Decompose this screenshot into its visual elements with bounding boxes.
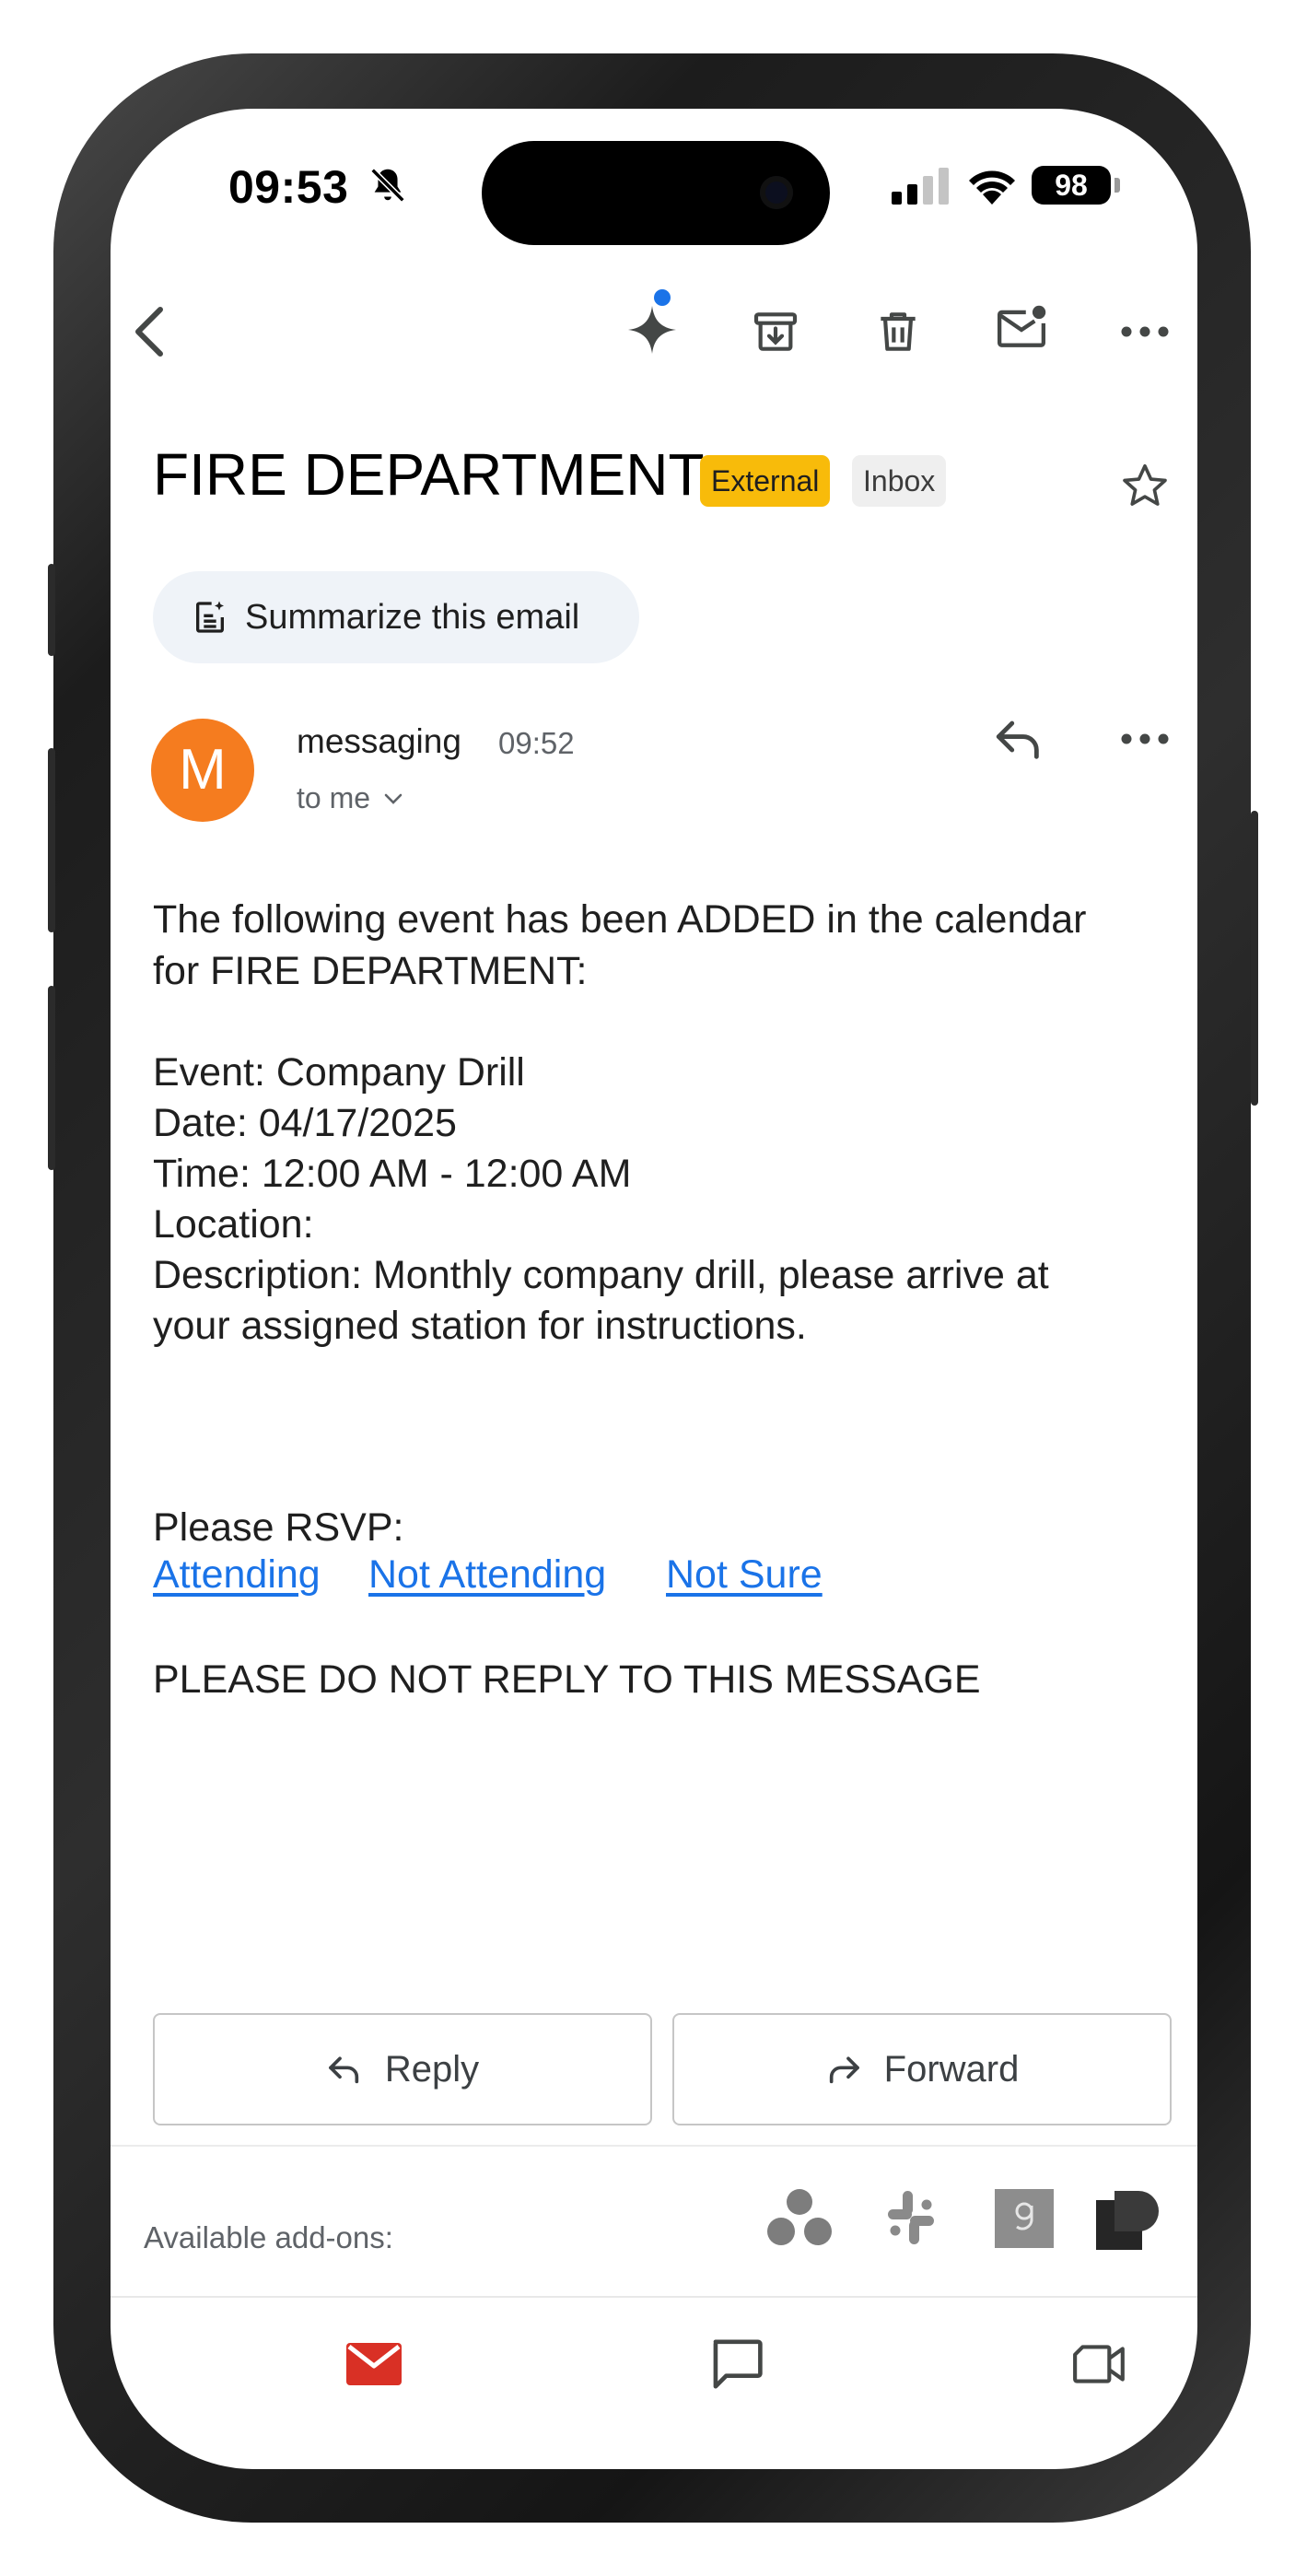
archive-button[interactable] [739, 295, 812, 369]
event-time: Time: 12:00 AM - 12:00 AM [153, 1152, 632, 1196]
back-arrow-icon [135, 307, 163, 357]
sent-time: 09:52 [498, 726, 575, 760]
mark-unread-mail-icon [998, 305, 1046, 347]
mail-icon [346, 2343, 402, 2385]
more-options-button[interactable] [1108, 295, 1182, 369]
email-subject: FIRE DEPARTMENT [153, 441, 705, 508]
gemini-notification-dot [654, 289, 671, 306]
meet-tab[interactable] [1054, 2318, 1146, 2410]
summarize-sparkle-doc-icon [196, 601, 224, 633]
event-name: Event: Company Drill [153, 1050, 525, 1095]
forward-arrow-icon [829, 2056, 859, 2084]
video-icon [1073, 2345, 1125, 2383]
battery-indicator: 98 [1032, 166, 1111, 205]
camera-lens [760, 176, 793, 209]
reply-icon-button[interactable] [982, 702, 1056, 776]
body-intro-line2: for FIRE DEPARTMENT: [153, 949, 588, 993]
rsvp-not-attending-link[interactable]: Not Attending [368, 1552, 606, 1598]
more-horizontal-icon [1121, 326, 1169, 337]
battery-tip [1114, 178, 1120, 193]
forward-label: Forward [883, 2048, 1020, 2090]
sender-avatar[interactable]: M [151, 719, 254, 822]
recipient-details-toggle[interactable]: to me [297, 781, 403, 815]
gemini-button[interactable] [615, 293, 689, 367]
reply-button[interactable]: Reply [153, 2013, 652, 2125]
summarize-email-button[interactable]: Summarize this email [153, 571, 639, 663]
event-location: Location: [153, 1202, 314, 1247]
star-icon [1123, 463, 1167, 506]
phone-screen: 09:53 98 FIRE DEPARTMENT External Inbox … [111, 109, 1197, 2469]
addons-divider [111, 2145, 1197, 2147]
event-description-line2: your assigned station for instructions. [153, 1304, 807, 1348]
dynamic-island [482, 141, 830, 245]
mail-tab[interactable] [328, 2318, 420, 2410]
chat-tab[interactable] [691, 2318, 783, 2410]
body-intro-line1: The following event has been ADDED in th… [153, 897, 1087, 942]
star-button[interactable] [1108, 450, 1182, 523]
reply-arrow-icon [329, 2056, 359, 2084]
gemini-sparkle-icon [628, 306, 676, 354]
rsvp-attending-link[interactable]: Attending [153, 1552, 321, 1598]
inbox-label-badge[interactable]: Inbox [852, 455, 947, 507]
recipient-label: to me [297, 781, 371, 814]
wifi-icon [969, 170, 1015, 205]
volume-up-button [48, 748, 55, 932]
addons-label: Available add-ons: [144, 2220, 393, 2254]
dark-addon-icon[interactable] [1096, 2189, 1161, 2250]
action-button [48, 564, 55, 656]
chevron-down-icon [384, 793, 403, 804]
trash-icon [881, 312, 916, 351]
rsvp-not-sure-link[interactable]: Not Sure [666, 1552, 823, 1598]
g-addon-icon[interactable] [995, 2189, 1054, 2248]
reply-label: Reply [384, 2048, 480, 2090]
more-horizontal-icon [1121, 733, 1169, 744]
event-date: Date: 04/17/2025 [153, 1101, 457, 1145]
volume-down-button [48, 986, 55, 1170]
bottom-nav-divider [111, 2296, 1197, 2298]
mark-unread-button[interactable] [985, 293, 1058, 367]
silent-bell-icon [370, 168, 405, 203]
slack-addon-icon[interactable] [882, 2189, 939, 2246]
delete-button[interactable] [861, 295, 935, 369]
cellular-signal-icon [892, 168, 949, 205]
message-more-button[interactable] [1108, 702, 1182, 776]
do-not-reply-notice: PLEASE DO NOT REPLY TO THIS MESSAGE [153, 1657, 981, 1702]
rsvp-prompt: Please RSVP: [153, 1505, 404, 1550]
chat-icon [713, 2339, 763, 2389]
power-button [1251, 811, 1258, 1106]
sender-name[interactable]: messaging [297, 722, 461, 761]
summarize-label: Summarize this email [245, 597, 580, 637]
event-description-line1: Description: Monthly company drill, plea… [153, 1253, 1049, 1297]
archive-icon [753, 312, 798, 351]
external-label-badge: External [700, 455, 831, 507]
back-button[interactable] [112, 295, 186, 369]
forward-button[interactable]: Forward [672, 2013, 1172, 2125]
circles-addon-icon[interactable] [766, 2187, 833, 2248]
status-time: 09:53 [228, 161, 349, 213]
reply-arrow-icon [996, 720, 1039, 759]
